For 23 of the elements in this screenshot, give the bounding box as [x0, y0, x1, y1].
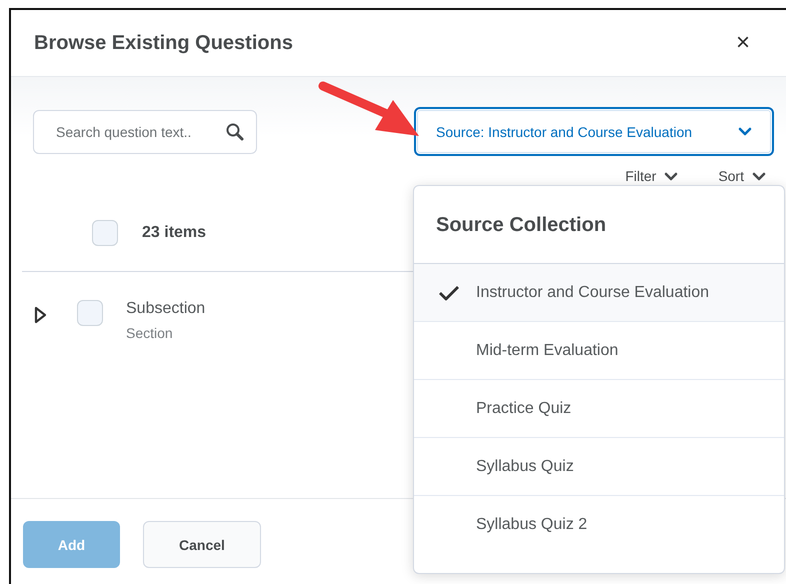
menu-item[interactable]: Syllabus Quiz — [414, 438, 784, 496]
item-count: 23 items — [142, 224, 206, 242]
search-field[interactable]: Search question text.. — [33, 110, 257, 154]
source-dropdown[interactable]: Source: Instructor and Course Evaluation — [414, 107, 774, 156]
menu-item[interactable]: Mid-term Evaluation — [414, 322, 784, 380]
chevron-icon — [752, 172, 766, 180]
search-icon[interactable] — [225, 122, 245, 142]
expand-triangle-icon[interactable] — [33, 306, 47, 324]
toolbar-dropdown[interactable]: Sort — [718, 166, 766, 186]
checkbox[interactable] — [77, 300, 103, 326]
row-title: Subsection — [126, 300, 206, 318]
menu-item[interactable]: Syllabus Quiz 2 — [414, 496, 784, 554]
chevron-icon — [738, 127, 752, 136]
checkbox[interactable] — [92, 220, 118, 246]
menu-item[interactable]: Practice Quiz — [414, 380, 784, 438]
cancel-button[interactable]: Cancel — [143, 521, 261, 568]
menu-item[interactable]: Instructor and Course Evaluation — [414, 264, 784, 322]
chevron-icon — [664, 172, 678, 180]
checkmark-icon — [438, 284, 460, 300]
toolbar-dropdown[interactable]: Filter — [625, 166, 678, 186]
row-subtitle: Section — [126, 325, 174, 341]
close-button[interactable]: × — [732, 31, 754, 55]
dialog-title: Browse Existing Questions — [34, 32, 293, 54]
